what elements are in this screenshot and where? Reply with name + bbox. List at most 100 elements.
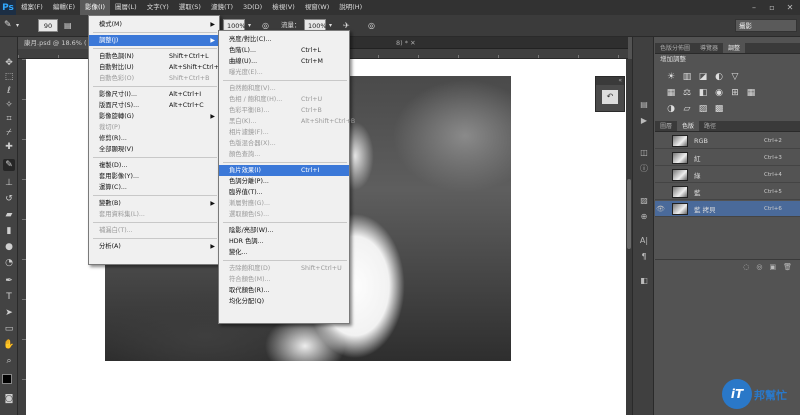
type-tool-icon[interactable]: T [3,291,15,303]
close-icon[interactable]: ✕ [410,39,415,47]
menu-item[interactable]: 運算(C)... [89,182,219,193]
tab-histogram[interactable]: 色版分佈圖 [655,43,695,53]
menu-item[interactable]: 色調分離(P)... [219,176,349,187]
channel-mixer-icon[interactable]: ⊞ [729,87,741,99]
close-icon[interactable]: ✕ [781,0,799,15]
vibrance-icon[interactable]: ▽ [729,71,741,83]
menu-item[interactable]: 分析(A) ▶ [89,241,219,252]
levels-icon[interactable]: ▥ [681,71,693,83]
menu-edit[interactable]: 編輯(E) [48,0,80,15]
properties-panel-icon[interactable]: ◫ [638,147,650,159]
menu-type[interactable]: 文字(Y) [142,0,174,15]
new-channel-icon[interactable]: ▣ [769,260,776,273]
menu-item[interactable]: 均化分配(Q) [219,296,349,307]
menu-item[interactable]: 全部顯現(V) [89,144,219,155]
menu-select[interactable]: 選取(S) [174,0,206,15]
threshold-icon[interactable]: ▨ [697,103,709,115]
channel-row[interactable]: 綠 Ctrl+4 [655,167,800,183]
menu-item[interactable]: 版面尺寸(S)... Alt+Ctrl+C [89,100,219,111]
menu-image[interactable]: 影像(I) [80,0,110,15]
maximize-icon[interactable]: ▫ [763,0,781,15]
exposure-icon[interactable]: ◐ [713,71,725,83]
menu-item[interactable]: HDR 色調... [219,236,349,247]
move-tool-icon[interactable]: ✥ [3,57,15,69]
color-lookup-icon[interactable]: ▦ [745,87,757,99]
trash-icon[interactable]: 🗑 [783,260,792,273]
document-tab[interactable]: 康月.psd @ 18.6% ( [18,37,93,49]
tool-presets-icon[interactable]: ◧ [638,275,650,287]
collapse-icon[interactable]: « [596,77,624,85]
paragraph-panel-icon[interactable]: ¶ [638,251,650,263]
history-brush-tool-icon[interactable]: ↺ [3,193,15,205]
gradient-map-icon[interactable]: ▩ [713,103,725,115]
menu-item[interactable]: 負片效果(I) Ctrl+I [219,165,349,176]
menu-file[interactable]: 檔案(F) [16,0,48,15]
eraser-tool-icon[interactable]: ▰ [3,209,15,221]
menu-help[interactable]: 說明(H) [334,0,367,15]
document-tab-close[interactable]: 8) * ✕ [396,37,416,49]
clone-source-icon[interactable]: ⊕ [638,211,650,223]
tab-adjustments[interactable]: 調整 [723,43,746,53]
brush-tool-icon[interactable]: ✎ [4,19,12,32]
menu-item[interactable]: 影像尺寸(I)... Alt+Ctrl+I [89,89,219,100]
gradient-tool-icon[interactable]: ▮ [3,225,15,237]
curves-icon[interactable]: ◪ [697,71,709,83]
menu-item[interactable]: 亮度/對比(C)... [219,34,349,45]
menu-item[interactable]: 自動對比(U) Alt+Shift+Ctrl+L [89,62,222,73]
menu-item[interactable]: 修剪(R)... [89,133,219,144]
dodge-tool-icon[interactable]: ◔ [3,257,15,269]
hand-tool-icon[interactable]: ✋ [3,339,15,351]
crop-tool-icon[interactable]: ⌗ [3,113,15,125]
pen-tool-icon[interactable]: ✒ [3,275,15,287]
menu-item[interactable]: 套用影像(Y)... [89,171,219,182]
menu-3d[interactable]: 3D(D) [238,0,267,15]
lasso-tool-icon[interactable]: ℓ [3,85,15,97]
menu-item[interactable]: 調整(J) ▶ [89,35,219,46]
channel-row[interactable]: 紅 Ctrl+3 [655,150,800,166]
save-selection-icon[interactable]: ◎ [756,260,762,273]
menu-item[interactable]: 自動色調(N) Shift+Ctrl+L [89,51,219,62]
tab-layers[interactable]: 圖層 [655,121,677,131]
channel-row[interactable]: 藍 Ctrl+5 [655,184,800,200]
brush-size-preset[interactable]: 90 [38,19,58,32]
tab-paths[interactable]: 路徑 [699,121,721,131]
menu-item[interactable]: 陰影/亮部(W)... [219,225,349,236]
eye-icon[interactable]: 👁 [655,205,666,213]
menu-item[interactable]: 曲線(U)... Ctrl+M [219,56,349,67]
blur-tool-icon[interactable]: ● [3,241,15,253]
menu-window[interactable]: 視窗(W) [300,0,335,15]
menu-item[interactable]: 取代顏色(R)... [219,285,349,296]
path-select-tool-icon[interactable]: ➤ [3,307,15,319]
chevron-down-icon[interactable]: ▾ [16,19,19,32]
menu-item[interactable]: 臨界值(T)... [219,187,349,198]
healing-tool-icon[interactable]: ✚ [3,141,15,153]
menu-item[interactable]: 變數(B) ▶ [89,198,219,209]
load-selection-icon[interactable]: ◌ [743,260,749,273]
quick-select-tool-icon[interactable]: ✧ [3,99,15,111]
shape-tool-icon[interactable]: ▭ [3,323,15,335]
channel-row[interactable]: 👁 藍 拷貝 Ctrl+6 [655,201,800,217]
posterize-icon[interactable]: ▱ [681,103,693,115]
foreground-color-swatch[interactable] [2,374,12,384]
scrollbar-thumb[interactable] [627,179,631,249]
invert-icon[interactable]: ◑ [665,103,677,115]
pressure-size-icon[interactable]: ◎ [368,19,375,32]
brush-panel-icon[interactable]: ▤ [64,19,72,32]
hue-saturation-icon[interactable]: ▦ [665,87,677,99]
workspace-select[interactable]: 攝影 [735,19,797,32]
quick-mask-icon[interactable]: ◙ [3,393,15,405]
info-panel-icon[interactable]: ⓘ [638,163,650,175]
channel-row[interactable]: RGB Ctrl+2 [655,133,800,149]
brush-tool-icon[interactable]: ✎ [3,159,15,171]
minimize-icon[interactable]: – [745,0,763,15]
color-balance-icon[interactable]: ⚖ [681,87,693,99]
actions-panel-icon[interactable]: ▶ [638,115,650,127]
menu-item[interactable]: 影像旋轉(G) ▶ [89,111,219,122]
character-panel-icon[interactable]: A| [638,235,650,247]
tab-navigator[interactable]: 導覽器 [695,43,723,53]
stamp-tool-icon[interactable]: ⊥ [3,177,15,189]
menu-item[interactable]: 變化... [219,247,349,258]
marquee-tool-icon[interactable]: ⬚ [3,71,15,83]
zoom-tool-icon[interactable]: ⌕ [3,355,15,367]
history-panel-icon[interactable]: ▤ [638,99,650,111]
